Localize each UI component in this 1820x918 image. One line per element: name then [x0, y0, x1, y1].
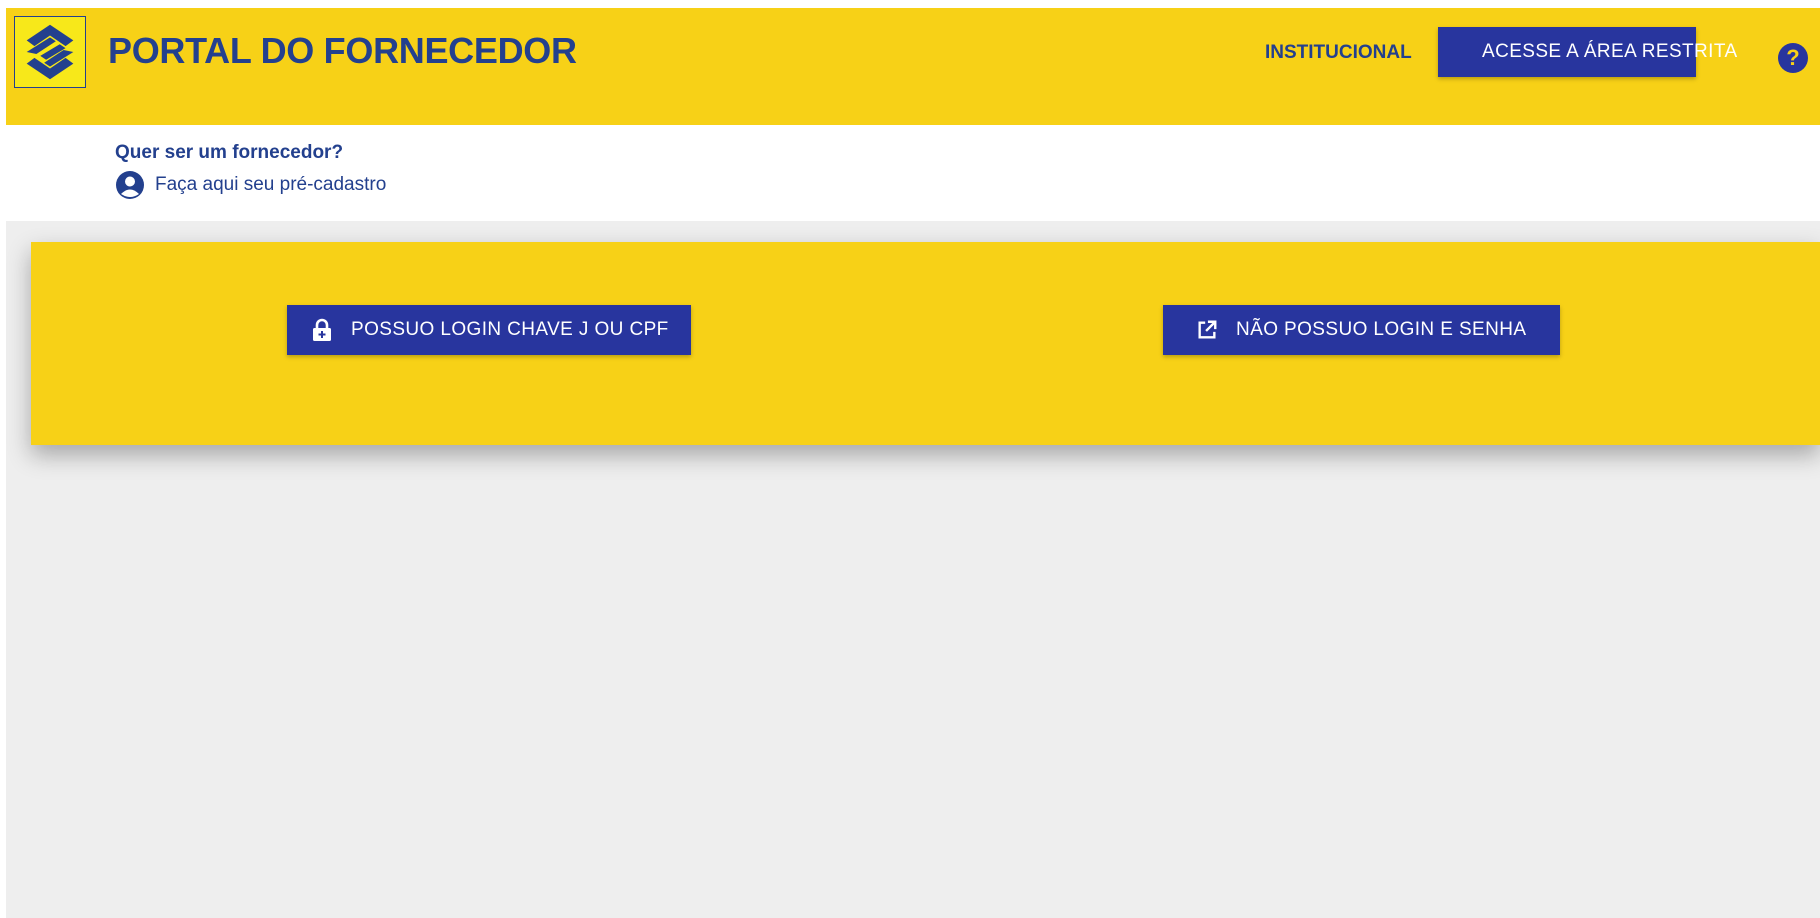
lock-icon — [311, 318, 333, 342]
no-login-button[interactable]: NÃO POSSUO LOGIN E SENHA — [1163, 305, 1560, 355]
login-chave-j-cpf-button[interactable]: POSSUO LOGIN CHAVE J OU CPF — [287, 305, 691, 355]
access-restricted-area-label: ACESSE A ÁREA RESTRITA — [1482, 41, 1738, 62]
pre-register-label: Faça aqui seu pré-cadastro — [155, 174, 387, 195]
bank-logo[interactable] — [14, 16, 86, 88]
external-link-icon — [1196, 318, 1218, 342]
access-restricted-area-button[interactable]: ACESSE A ÁREA RESTRITA — [1438, 27, 1737, 77]
supplier-question: Quer ser um fornecedor? — [115, 142, 344, 163]
help-icon[interactable]: ? — [1778, 43, 1808, 73]
banco-do-brasil-logo-icon — [26, 24, 74, 80]
no-login-label: NÃO POSSUO LOGIN E SENHA — [1236, 319, 1527, 340]
user-circle-icon — [115, 170, 145, 200]
pre-register-link[interactable]: Faça aqui seu pré-cadastro — [115, 170, 386, 200]
portal-title: PORTAL DO FORNECEDOR — [108, 30, 577, 71]
login-chave-j-cpf-label: POSSUO LOGIN CHAVE J OU CPF — [351, 319, 669, 340]
institucional-link[interactable]: INSTITUCIONAL — [1265, 42, 1412, 64]
